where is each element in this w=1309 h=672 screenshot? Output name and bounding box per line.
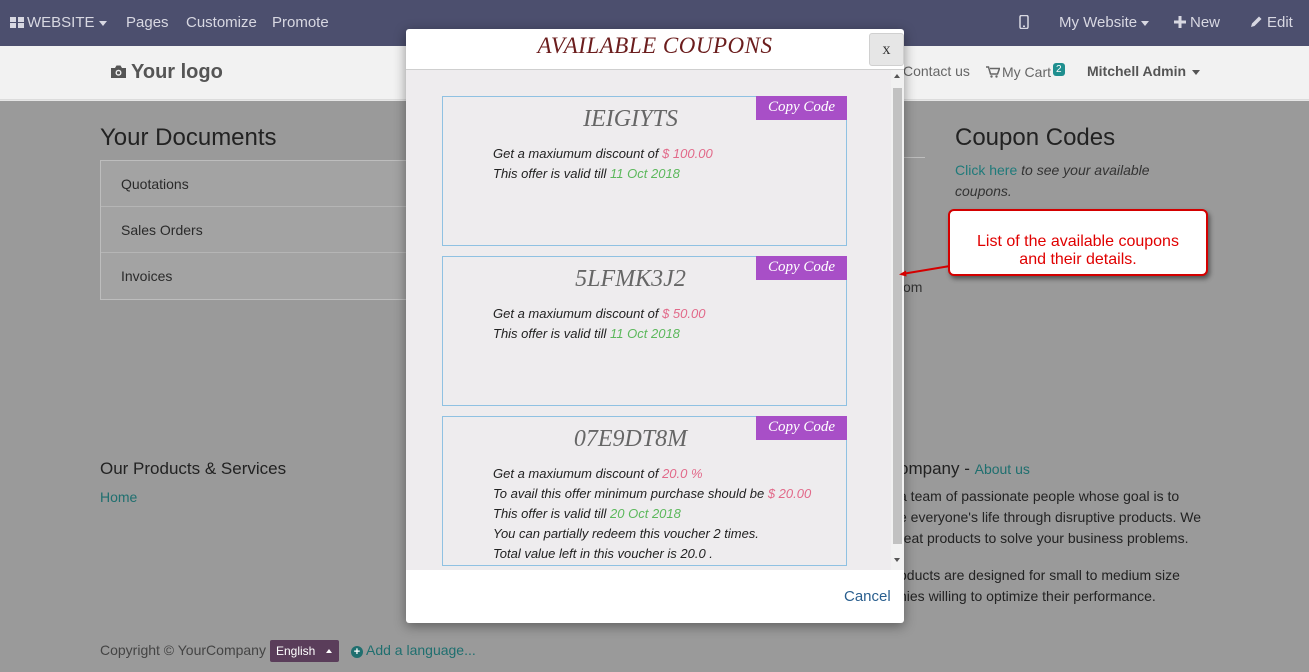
nav-my-cart[interactable]: My Cart 2: [986, 63, 1065, 80]
redeem-times-text: You can partially redeem this voucher 2 …: [493, 526, 759, 541]
validity-label: This offer is valid till: [493, 326, 611, 341]
pencil-icon: [1251, 16, 1262, 27]
footer-products-title: Our Products & Services: [100, 459, 287, 478]
annotation-line-2: and their details.: [1019, 251, 1137, 268]
footer-about-line: reat products to solve your business pro…: [899, 530, 1189, 546]
chevron-down-icon: [98, 20, 107, 26]
validity-date: 11 Oct 2018: [610, 326, 680, 341]
plus-icon: [1174, 16, 1186, 28]
footer-about-line: nies willing to optimize their performan…: [899, 588, 1156, 604]
scroll-down-arrow-icon[interactable]: [894, 558, 900, 562]
new-button[interactable]: New: [1174, 0, 1220, 46]
discount-label: Get a maxiumum discount of: [493, 466, 663, 481]
add-language-label: Add a language...: [366, 642, 476, 658]
discount-value: 20.0 %: [662, 466, 703, 481]
website-menu[interactable]: WEBSITE: [10, 0, 107, 46]
chevron-down-icon: [1141, 20, 1150, 26]
coupon-codes-title: Coupon Codes: [955, 124, 1116, 151]
cart-icon: [986, 66, 1001, 78]
mobile-preview-button[interactable]: [1019, 0, 1029, 46]
coupon-details: Get a maxiumum discount of 20.0 % To ava…: [493, 464, 811, 564]
customize-menu[interactable]: Customize: [186, 0, 257, 46]
discount-label: Get a maxiumum discount of: [493, 146, 663, 161]
annotation-line-1: List of the available coupons: [977, 233, 1179, 250]
promote-menu[interactable]: Promote: [272, 0, 329, 46]
divider: [903, 157, 925, 158]
user-menu[interactable]: Mitchell Admin: [1087, 63, 1201, 79]
annotation-callout: List of the available coupons and their …: [948, 209, 1208, 276]
footer-home-link[interactable]: Home: [100, 489, 137, 505]
add-language-link[interactable]: + Add a language...: [351, 642, 476, 658]
documents-list: Quotations Sales Orders Invoices: [100, 160, 410, 300]
validity-date: 20 Oct 2018: [610, 506, 681, 521]
modal-body[interactable]: Copy Code IEIGIYTS Get a maxiumum discou…: [406, 69, 904, 570]
coupon-details: Get a maxiumum discount of $ 100.00 This…: [493, 144, 713, 184]
validity-date: 11 Oct 2018: [610, 166, 680, 181]
nav-contact-us[interactable]: Contact us: [903, 63, 970, 79]
validity-label: This offer is valid till: [493, 166, 611, 181]
chevron-down-icon: [1192, 69, 1201, 75]
available-coupons-modal: AVAILABLE COUPONS x Copy Code IEIGIYTS G…: [406, 29, 904, 623]
value-left-text: Total value left in this voucher is 20.0…: [493, 546, 713, 561]
footer-about-line: oducts are designed for small to medium …: [899, 567, 1180, 583]
copyright-text: Copyright © YourCompany: [100, 642, 266, 658]
validity-label: This offer is valid till: [493, 506, 611, 521]
coupon-card: Copy Code 5LFMK3J2 Get a maxiumum discou…: [442, 256, 847, 406]
logo-text: Your logo: [131, 61, 223, 83]
footer-about-text-2: oducts are designed for small to medium …: [899, 565, 1180, 607]
new-label: New: [1190, 14, 1221, 31]
chevron-up-icon: [326, 649, 332, 653]
scrollbar-thumb[interactable]: [893, 88, 902, 544]
coupon-code: 07E9DT8M: [573, 426, 688, 452]
coupon-code: IEIGIYTS: [583, 106, 678, 132]
plus-circle-icon: +: [351, 646, 363, 658]
coupon-card: Copy Code IEIGIYTS Get a maxiumum discou…: [442, 96, 847, 246]
language-selector[interactable]: English: [270, 640, 339, 662]
footer-company-label: ompany -: [899, 459, 970, 478]
minimum-purchase-label: To avail this offer minimum purchase sho…: [493, 486, 768, 501]
discount-label: Get a maxiumum discount of: [493, 306, 663, 321]
documents-item-sales-orders[interactable]: Sales Orders: [101, 207, 409, 253]
coupon-card: Copy Code 07E9DT8M Get a maxiumum discou…: [442, 416, 847, 566]
cart-count-badge: 2: [1053, 63, 1065, 76]
footer-company-title: ompany - About us: [899, 459, 1030, 479]
coupon-codes-link[interactable]: Click here: [955, 162, 1017, 178]
cancel-button[interactable]: Cancel: [844, 588, 891, 605]
edit-button[interactable]: Edit: [1250, 0, 1293, 46]
annotation-arrow: [899, 265, 951, 277]
site-logo[interactable]: Your logo: [110, 61, 223, 84]
footer-about-line: a team of passionate people whose goal i…: [899, 488, 1180, 504]
pages-menu[interactable]: Pages: [126, 0, 169, 46]
coupon-details: Get a maxiumum discount of $ 50.00 This …: [493, 304, 705, 344]
website-menu-label: WEBSITE: [27, 14, 95, 31]
modal-title: AVAILABLE COUPONS: [537, 33, 773, 58]
documents-title: Your Documents: [100, 124, 277, 151]
cart-label: My Cart: [1002, 64, 1051, 80]
coupon-code: 5LFMK3J2: [575, 266, 686, 292]
footer-about-us-link[interactable]: About us: [975, 461, 1030, 477]
discount-value: $ 100.00: [662, 146, 713, 161]
discount-value: $ 50.00: [662, 306, 706, 321]
mobile-icon: [1019, 14, 1029, 30]
coupon-codes-text: Click here to see your available coupons…: [955, 160, 1185, 202]
documents-item-quotations[interactable]: Quotations: [101, 161, 409, 207]
partial-text-fragment: om: [903, 279, 923, 295]
my-website-label: My Website: [1059, 14, 1138, 31]
footer-about-line: e everyone's life through disruptive pro…: [899, 509, 1202, 525]
scroll-up-arrow-icon[interactable]: [894, 74, 900, 78]
close-button[interactable]: x: [869, 33, 904, 66]
minimum-purchase-value: $ 20.00: [767, 486, 812, 501]
my-website-menu[interactable]: My Website: [1059, 0, 1150, 46]
edit-label: Edit: [1267, 14, 1293, 31]
user-name: Mitchell Admin: [1087, 63, 1187, 79]
documents-item-invoices[interactable]: Invoices: [101, 253, 409, 299]
camera-icon: [111, 65, 126, 78]
apps-grid-icon: [10, 17, 24, 28]
language-selected: English: [276, 644, 316, 658]
footer-about-text-1: a team of passionate people whose goal i…: [899, 486, 1201, 549]
